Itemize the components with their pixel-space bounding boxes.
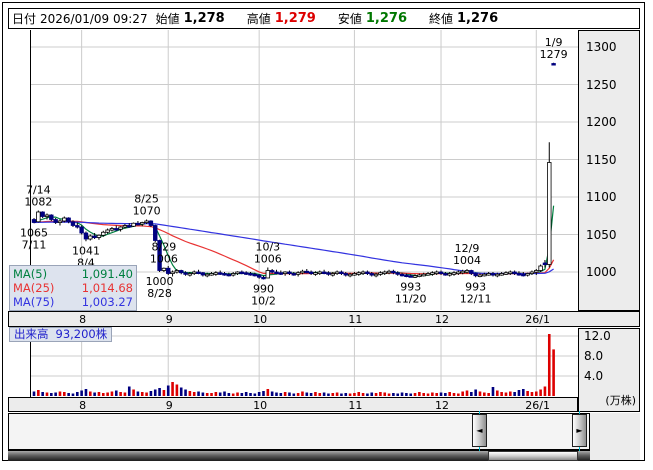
price-axis-tick: 1100 — [586, 190, 617, 204]
month-axis-label: 11 — [343, 399, 367, 412]
chart-annotation: 1006 — [150, 253, 178, 266]
volume-axis-panel: 12.0 8.0 4.0(万株) — [578, 328, 640, 412]
volume-legend-value: 93,200株 — [56, 327, 108, 341]
ma-legend-row: MA(25) 1,014.68 — [13, 281, 133, 295]
volume-legend-label: 出来高 — [14, 327, 49, 341]
ma-value: 1,091.40 — [82, 267, 133, 281]
month-axis-label: 9 — [157, 399, 181, 412]
close-label: 終値 — [429, 10, 453, 27]
month-axis-label: 9 — [157, 313, 181, 326]
right-arrow-icon: ► — [576, 426, 582, 435]
month-axis-strip-volume: 8 9 10 11 12 26/1 — [8, 397, 578, 412]
low-value: 1,276 — [366, 11, 407, 26]
ma-label: MA(75) — [13, 295, 54, 309]
month-axis-label: 26/1 — [525, 313, 549, 326]
price-axis-tick: 1150 — [586, 153, 617, 167]
scrollbar[interactable] — [8, 450, 590, 461]
month-axis-label: 10 — [248, 399, 272, 412]
chart-annotation: 1279 — [540, 48, 568, 61]
price-axis-tick: 1200 — [586, 115, 617, 129]
date-value: 2026/01/09 09:27 — [40, 12, 148, 26]
month-axis-label: 10 — [248, 313, 272, 326]
month-axis-label: 26/1 — [525, 399, 549, 412]
month-axis-label: 8 — [71, 313, 95, 326]
high-label: 高値 — [247, 10, 271, 27]
month-axis-strip: 8 9 10 11 12 26/1 — [8, 311, 640, 327]
month-axis-label: 12 — [430, 399, 454, 412]
chart-annotation: 1082 — [24, 196, 52, 209]
ma-legend-row: MA(5) 1,091.40 — [13, 267, 133, 281]
right-filler — [590, 413, 640, 460]
ma-legend-row: MA(75) 1,003.27 — [13, 295, 133, 309]
volume-axis-tick: 8.0 — [584, 349, 603, 363]
open-label: 始値 — [156, 10, 180, 27]
open-value: 1,278 — [184, 11, 225, 26]
price-axis-tick: 1000 — [586, 265, 617, 279]
chart-annotation: 7/11 — [22, 238, 47, 251]
chart-annotation: 1006 — [254, 253, 282, 266]
price-axis-tick: 1250 — [586, 78, 617, 92]
scrollbar-thumb[interactable] — [488, 451, 578, 461]
ma-legend: MA(5) 1,091.40 MA(25) 1,014.68 MA(75) 1,003.2… — [9, 265, 137, 311]
date-label: 日付 — [12, 10, 36, 27]
chart-annotation: 1070 — [133, 205, 161, 218]
ma-label: MA(25) — [13, 281, 54, 295]
low-label: 安値 — [338, 10, 362, 27]
chart-annotation: 1004 — [453, 254, 481, 267]
month-axis-label: 12 — [430, 313, 454, 326]
navigator-right-handle[interactable]: ► — [572, 414, 587, 447]
chart-annotation: 8/28 — [147, 287, 172, 300]
price-axis-panel: 1300 1250 1200 1150 1100 1050 1000 — [578, 30, 640, 311]
chart-annotation: 12/11 — [460, 292, 492, 305]
month-axis-label: 8 — [71, 399, 95, 412]
price-axis-tick: 1050 — [586, 228, 617, 242]
month-axis-label: 11 — [343, 313, 367, 326]
volume-legend: 出来高 93,200株 — [9, 327, 112, 342]
price-axis-tick: 1300 — [586, 40, 617, 54]
volume-axis-unit: (万株) — [605, 392, 636, 408]
chart-annotation: 11/20 — [395, 292, 427, 305]
ma-value: 1,003.27 — [82, 295, 133, 309]
left-arrow-icon: ◄ — [476, 426, 482, 435]
ma-value: 1,014.68 — [82, 281, 133, 295]
navigator[interactable] — [8, 413, 590, 450]
volume-axis-tick: 12.0 — [584, 329, 611, 343]
ma-label: MA(5) — [13, 267, 47, 281]
volume-axis-tick: 4.0 — [584, 369, 603, 383]
close-value: 1,276 — [457, 11, 498, 26]
chart-annotation: 10/2 — [251, 295, 276, 308]
navigator-left-handle[interactable]: ◄ — [472, 414, 487, 447]
info-bar: 日付 2026/01/09 09:27 始値 1,278 高値 1,279 安値… — [8, 8, 640, 29]
high-value: 1,279 — [275, 11, 316, 26]
